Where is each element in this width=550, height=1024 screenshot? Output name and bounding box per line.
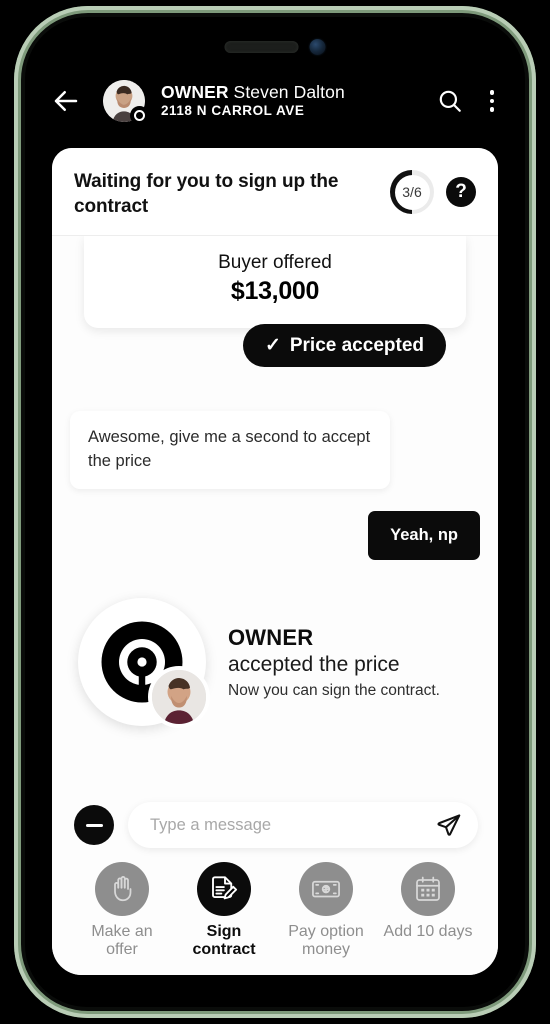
- price-accepted-badge: ✓ Price accepted: [242, 324, 446, 368]
- header-address: 2118 N CARROL AVE: [161, 103, 305, 119]
- outgoing-message-bubble: Yeah, np: [368, 511, 480, 561]
- action-label: Make an offer: [91, 923, 153, 959]
- chat-content-panel: Waiting for you to sign up the contract …: [52, 148, 498, 975]
- event-title: OWNER: [228, 624, 314, 650]
- message-row: Yeah, np: [70, 511, 480, 561]
- message-field[interactable]: [128, 802, 478, 849]
- offer-card-title: Buyer offered: [218, 252, 332, 274]
- progress-label: 3/6: [402, 184, 422, 200]
- message-row: Awesome, give me a second to accept the …: [70, 411, 480, 490]
- header-avatar-group[interactable]: [103, 80, 149, 125]
- phone-screen: OWNER Steven Dalton 2118 N CARROL AVE Wa…: [25, 17, 525, 1007]
- event-logo-group: [78, 598, 210, 729]
- back-arrow-icon[interactable]: [51, 86, 81, 116]
- action-add-10-days[interactable]: Add 10 days: [380, 862, 476, 959]
- front-camera-icon: [309, 39, 326, 55]
- header-title-group: OWNER Steven Dalton 2118 N CARROL AVE: [161, 82, 437, 120]
- more-vertical-icon[interactable]: [481, 88, 503, 114]
- price-accepted-label: Price accepted: [289, 334, 424, 356]
- event-note: Now you can sign the contract.: [228, 681, 440, 699]
- action-label: Pay option money: [288, 923, 364, 959]
- search-icon[interactable]: [437, 88, 463, 114]
- app-header: OWNER Steven Dalton 2118 N CARROL AVE: [25, 63, 525, 139]
- message-composer: [52, 792, 498, 861]
- event-accepted-block: OWNER accepted the price Now you can sig…: [70, 582, 480, 729]
- deal-status-bar: Waiting for you to sign up the contract …: [52, 148, 498, 237]
- incoming-message-bubble: Awesome, give me a second to accept the …: [70, 411, 390, 490]
- dynamic-island: [224, 39, 326, 55]
- send-paper-plane-icon[interactable]: [436, 812, 462, 838]
- progress-ring[interactable]: 3/6: [390, 170, 434, 214]
- action-label: Add 10 days: [383, 923, 473, 941]
- owner-ring-badge-icon: [130, 106, 149, 125]
- speaker-grille-icon: [224, 41, 299, 53]
- offer-card: Buyer offered $13,000 ✓ Price accepted: [84, 236, 466, 368]
- help-button[interactable]: ?: [446, 177, 476, 207]
- calendar-icon: [401, 862, 455, 917]
- minus-circle-icon[interactable]: [74, 805, 114, 846]
- header-contact-name: OWNER Steven Dalton: [161, 82, 437, 103]
- deal-status-title: Waiting for you to sign up the contract: [74, 171, 339, 217]
- banknote-icon: [299, 862, 353, 917]
- check-icon: ✓: [264, 335, 281, 357]
- chat-scroll-area[interactable]: Buyer offered $13,000 ✓ Price accepted A…: [52, 236, 498, 793]
- event-owner-avatar: [148, 666, 210, 729]
- header-role-label: OWNER: [161, 82, 229, 103]
- quick-action-bar: Make an offer Sign contract Pay option m…: [52, 860, 498, 975]
- sign-document-icon: [197, 862, 251, 917]
- event-text-group: OWNER accepted the price Now you can sig…: [228, 625, 440, 700]
- header-person-name: Steven Dalton: [233, 82, 345, 103]
- event-subtitle: accepted the price: [228, 652, 400, 676]
- offer-card-amount: $13,000: [230, 277, 320, 306]
- action-sign-contract[interactable]: Sign contract: [176, 862, 272, 959]
- action-pay-option-money[interactable]: Pay option money: [278, 862, 374, 959]
- message-list: Awesome, give me a second to accept the …: [70, 367, 480, 561]
- action-make-an-offer[interactable]: Make an offer: [74, 862, 170, 959]
- action-label: Sign contract: [192, 923, 256, 959]
- message-input[interactable]: [150, 815, 436, 835]
- hand-stop-icon: [95, 862, 149, 917]
